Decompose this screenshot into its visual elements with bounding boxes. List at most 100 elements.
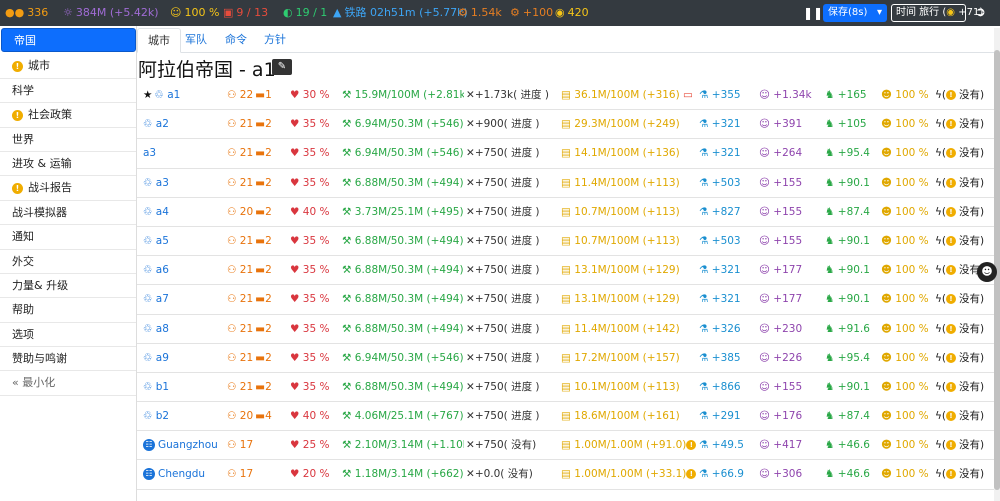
production-cell: ⚒ 6.88M/50.3M (+494): [342, 285, 464, 314]
sidebar-item[interactable]: ! 城市: [0, 54, 136, 79]
heart-icon: ♥: [290, 322, 303, 335]
sidebar-item[interactable]: ! 社会政策: [0, 103, 136, 128]
science-cell: ⚗ +321: [699, 110, 759, 139]
city-name-cell[interactable]: ♲ a5: [143, 227, 225, 256]
sidebar-item[interactable]: 科学: [0, 79, 136, 104]
save-button[interactable]: 保存(8s) ▾: [823, 4, 887, 22]
city-name[interactable]: a1: [167, 89, 180, 101]
stability-value: 100 %: [895, 264, 929, 277]
sidebar-item[interactable]: 赞助与鸣谢: [0, 347, 136, 372]
city-name-cell[interactable]: ♲ a6: [143, 256, 225, 285]
city-name[interactable]: a4: [156, 206, 169, 218]
city-name[interactable]: a6: [156, 264, 169, 276]
gold-cell: ▤ 10.7M/100M (+113): [561, 198, 699, 227]
city-name-cell[interactable]: ♲ a4: [143, 198, 225, 227]
city-name-cell[interactable]: ♲ b1: [143, 373, 225, 402]
city-name-cell[interactable]: ☷ Guangzhou: [143, 431, 225, 460]
culture-cell: ☺ +155: [759, 198, 823, 227]
city-name[interactable]: Guangzhou: [158, 439, 218, 451]
city-name[interactable]: Chengdu: [158, 468, 205, 480]
city-name[interactable]: b1: [156, 381, 169, 393]
sidebar-item[interactable]: 通知: [0, 225, 136, 250]
octocat-icon[interactable]: ☻: [977, 262, 997, 282]
gold-cell: ▤ 10.1M/100M (+113): [561, 373, 699, 402]
sidebar-item[interactable]: 选项: [0, 323, 136, 348]
sidebar-item[interactable]: 战斗模拟器: [0, 201, 136, 226]
influence-cell: ♞ +105: [825, 110, 881, 139]
logout-icon[interactable]: ➲: [975, 0, 986, 26]
energy-cell: ϟ(! 没有): [935, 344, 995, 373]
exclamation-icon: !: [946, 90, 957, 100]
exclamation-icon: !: [946, 440, 957, 451]
stability-cell: ☻ 100 %: [881, 285, 935, 314]
pause-icon[interactable]: ❚❚: [803, 0, 823, 26]
city-name-cell[interactable]: ♲ a8: [143, 315, 225, 344]
sidebar-item-label: 通知: [12, 230, 34, 244]
table-row: ♲ a3 ⚇ 21 ▬2 ♥ 35 % ⚒ 6.88M/50.3M (+494) ✕+75…: [137, 169, 995, 198]
none-label: 没有): [959, 351, 985, 364]
sidebar-item[interactable]: 外交: [0, 250, 136, 274]
tab-item[interactable]: 军队: [175, 28, 217, 53]
influence-cell: ♞ +165: [825, 81, 881, 110]
happiness-cell: ♥ 40 %: [290, 198, 340, 227]
sidebar-item-label: 社会政策: [28, 108, 72, 122]
recycle-icon: ♲: [143, 176, 156, 189]
city-name[interactable]: a5: [156, 235, 169, 247]
coins-icon: ▤: [561, 322, 575, 335]
bolt-icon: ϟ(: [935, 205, 947, 218]
sidebar-item[interactable]: 力量& 升级: [0, 274, 136, 299]
stability-value: 100 %: [895, 351, 929, 364]
city-name[interactable]: b2: [156, 410, 169, 422]
science-cell: ⚗ +291: [699, 402, 759, 431]
sidebar-item[interactable]: 帝国: [1, 28, 136, 53]
population-cell: ⚇ 20 ▬2: [227, 198, 287, 227]
science-value: +291: [711, 410, 741, 423]
tab-item[interactable]: 命令: [215, 28, 257, 53]
table-row: ♲ a7 ⚇ 21 ▬2 ♥ 35 % ⚒ 6.88M/50.3M (+494) ✕+75…: [137, 285, 995, 315]
sidebar-item-label: 战斗模拟器: [12, 205, 67, 219]
city-name-cell[interactable]: ♲ a9: [143, 344, 225, 373]
city-name-cell[interactable]: ♲ a3: [143, 169, 225, 198]
city-name[interactable]: a9: [156, 352, 169, 364]
heart-icon: ♥: [290, 293, 303, 306]
slots-value: 2: [265, 176, 272, 189]
city-name-cell[interactable]: ★ ♲ a1: [143, 81, 225, 110]
influence-value: +95.4: [837, 351, 870, 364]
culture-cell: ☺ +155: [759, 373, 823, 402]
caret-down-icon[interactable]: ▾: [877, 4, 882, 22]
sidebar-item[interactable]: 世界: [0, 128, 136, 152]
energy-cell: ϟ(! 没有): [935, 460, 995, 489]
city-name-cell[interactable]: ♲ b2: [143, 402, 225, 431]
city-name-cell[interactable]: ♲ a7: [143, 285, 225, 314]
smile-icon: ☻: [881, 118, 896, 131]
culture-value: +155: [773, 234, 803, 247]
production-cell: ⚒ 3.73M/25.1M (+495): [342, 198, 464, 227]
people-icon: ⚇: [227, 118, 240, 131]
city-name[interactable]: a7: [156, 293, 169, 305]
city-name-cell[interactable]: ☷ Chengdu: [143, 460, 225, 489]
city-name[interactable]: a2: [156, 118, 169, 130]
none-label: 没有): [959, 176, 985, 189]
edit-icon[interactable]: ✎: [272, 59, 292, 75]
city-name-cell[interactable]: ♲ a2: [143, 110, 225, 139]
recycle-icon: ♲: [143, 264, 156, 277]
bed-icon: ▬: [255, 264, 266, 277]
population-value: 21: [239, 264, 254, 277]
time-travel-button[interactable]: 时间 旅行 (◉ +71): [891, 4, 983, 22]
progress-value: +750( 进度 ): [474, 293, 540, 306]
city-name[interactable]: a3: [156, 177, 169, 189]
tab-item[interactable]: 方针: [254, 28, 296, 53]
stability-cell: ☻ 100 %: [881, 344, 935, 373]
sidebar-item[interactable]: 进攻 & 运输: [0, 152, 136, 177]
sidebar-item[interactable]: ! 战斗报告: [0, 176, 136, 201]
stability-cell: ☻ 100 %: [881, 373, 935, 402]
city-name-cell[interactable]: a3: [143, 139, 225, 168]
progress-value: +750( 没有): [474, 439, 537, 452]
city-name[interactable]: a8: [156, 323, 169, 335]
sidebar-item[interactable]: 帮助: [0, 298, 136, 323]
minimize-button[interactable]: « 最小化: [0, 371, 136, 396]
city-name[interactable]: a3: [143, 147, 156, 159]
smile-icon: ☻: [881, 468, 896, 481]
culture-cell: ☺ +391: [759, 110, 823, 139]
population-value: 22: [239, 89, 254, 101]
